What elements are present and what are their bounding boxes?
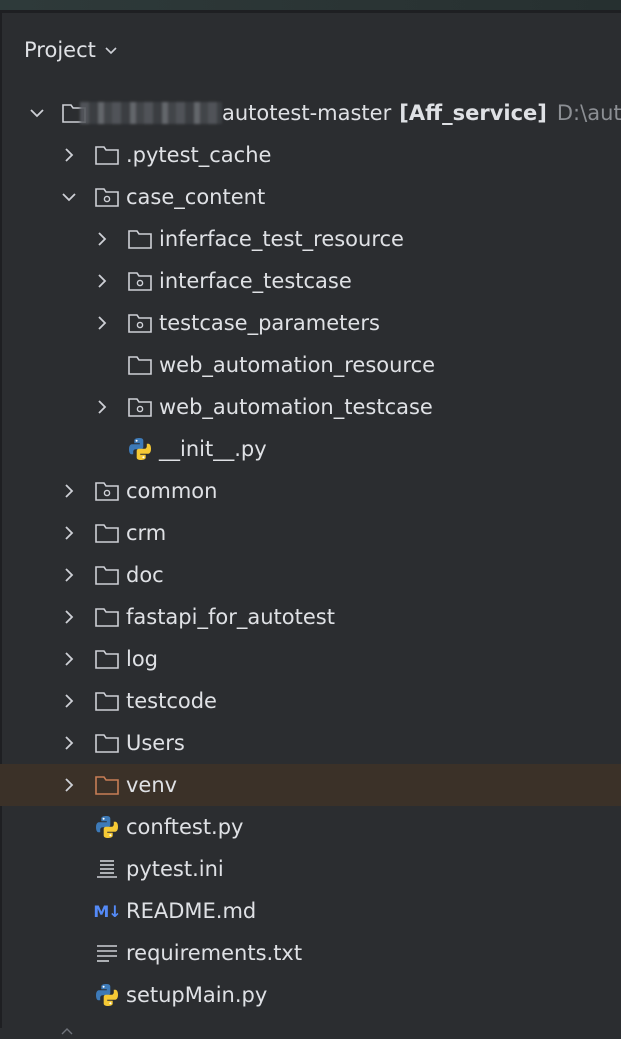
tree-item-label: doc bbox=[126, 563, 164, 587]
text-file-icon bbox=[93, 939, 121, 967]
tree-item-fastapi-for-autotest[interactable]: fastapi_for_autotest bbox=[0, 596, 621, 638]
tree-item-label: web_automation_resource bbox=[159, 353, 436, 377]
root-path: D:\auto bbox=[556, 101, 621, 125]
chevron-right-icon[interactable] bbox=[60, 482, 78, 500]
folder-icon bbox=[93, 603, 121, 631]
package-folder-icon bbox=[126, 393, 154, 421]
tree-item-label: inferface_test_resource bbox=[159, 227, 404, 251]
tree-item-readme-md[interactable]: M↓ README.md bbox=[0, 890, 621, 932]
tree-item-label: Users bbox=[126, 731, 185, 755]
chevron-down-icon[interactable] bbox=[60, 188, 78, 206]
chevron-right-icon[interactable] bbox=[60, 524, 78, 542]
tree-item-label: common bbox=[126, 479, 218, 503]
root-module: [Aff_service] bbox=[399, 101, 547, 125]
tree-item-label: pytest.ini bbox=[126, 857, 224, 881]
tree-item-label: testcase_parameters bbox=[159, 311, 380, 335]
tree-item-inferface-test-resource[interactable]: inferface_test_resource bbox=[0, 218, 621, 260]
excluded-folder-icon bbox=[93, 771, 121, 799]
folder-icon bbox=[93, 687, 121, 715]
tree-item-venv[interactable]: venv bbox=[0, 764, 621, 806]
tree-item-web-automation-testcase[interactable]: web_automation_testcase bbox=[0, 386, 621, 428]
folder-icon bbox=[126, 351, 154, 379]
tree-item-label: requirements.txt bbox=[126, 941, 303, 965]
chevron-down-icon[interactable] bbox=[28, 104, 46, 122]
tree-item-conftest-py[interactable]: conftest.py bbox=[0, 806, 621, 848]
tree-item-label: web_automation_testcase bbox=[159, 395, 433, 419]
redacted-name bbox=[80, 102, 222, 124]
tree-item-testcode[interactable]: testcode bbox=[0, 680, 621, 722]
tree-item-label: .pytest_cache bbox=[126, 143, 272, 167]
tree-item-label: interface_testcase bbox=[159, 269, 352, 293]
python-file-icon bbox=[126, 435, 154, 463]
root-name: autotest-master bbox=[222, 101, 392, 125]
tree-item-web-automation-resource[interactable]: web_automation_resource bbox=[0, 344, 621, 386]
chevron-right-icon[interactable] bbox=[60, 608, 78, 626]
chevron-right-icon[interactable] bbox=[60, 776, 78, 794]
tree-item-pytest-cache[interactable]: .pytest_cache bbox=[0, 134, 621, 176]
folder-icon bbox=[93, 519, 121, 547]
partial-next-row-icon bbox=[60, 1020, 74, 1035]
package-folder-icon bbox=[93, 477, 121, 505]
tree-item-label: setupMain.py bbox=[126, 983, 268, 1007]
tree-item-setupmain-py[interactable]: setupMain.py bbox=[0, 974, 621, 1016]
tree-item-requirements-txt[interactable]: requirements.txt bbox=[0, 932, 621, 974]
project-panel-header[interactable]: Project bbox=[24, 35, 118, 65]
chevron-right-icon[interactable] bbox=[60, 566, 78, 584]
chevron-right-icon[interactable] bbox=[60, 146, 78, 164]
top-accent-strip bbox=[0, 0, 621, 10]
tree-item-label: conftest.py bbox=[126, 815, 244, 839]
chevron-right-icon[interactable] bbox=[93, 272, 111, 290]
tree-item-common[interactable]: common bbox=[0, 470, 621, 512]
tree-item-label: testcode bbox=[126, 689, 217, 713]
tree-item-crm[interactable]: crm bbox=[0, 512, 621, 554]
chevron-right-icon[interactable] bbox=[60, 734, 78, 752]
tree-item-label: case_content bbox=[126, 185, 266, 209]
chevron-right-icon[interactable] bbox=[93, 230, 111, 248]
tree-item-interface-testcase[interactable]: interface_testcase bbox=[0, 260, 621, 302]
tree-item-label: README.md bbox=[126, 899, 257, 923]
window-top-bar bbox=[0, 0, 621, 13]
chevron-right-icon[interactable] bbox=[93, 314, 111, 332]
tree-item-pytest-ini[interactable]: pytest.ini bbox=[0, 848, 621, 890]
tree-item-users[interactable]: Users bbox=[0, 722, 621, 764]
chevron-down-icon[interactable] bbox=[104, 43, 118, 57]
folder-icon bbox=[93, 561, 121, 589]
markdown-file-icon: M↓ bbox=[93, 901, 121, 921]
package-folder-icon bbox=[126, 309, 154, 337]
tree-item-label: log bbox=[126, 647, 159, 671]
package-folder-icon bbox=[126, 267, 154, 295]
tree-item-log[interactable]: log bbox=[0, 638, 621, 680]
chevron-right-icon[interactable] bbox=[60, 650, 78, 668]
tree-item-label: crm bbox=[126, 521, 167, 545]
tree-item-label: fastapi_for_autotest bbox=[126, 605, 335, 629]
tree-item-doc[interactable]: doc bbox=[0, 554, 621, 596]
folder-icon bbox=[126, 225, 154, 253]
tree-item-label: venv bbox=[126, 773, 178, 797]
panel-title: Project bbox=[24, 38, 96, 62]
package-folder-icon bbox=[93, 183, 121, 211]
python-file-icon bbox=[93, 981, 121, 1009]
tree-root-row[interactable]: autotest-master [Aff_service] D:\auto bbox=[0, 92, 621, 134]
tree-item-label: __init__.py bbox=[159, 437, 267, 461]
folder-icon bbox=[93, 141, 121, 169]
folder-icon bbox=[93, 645, 121, 673]
folder-icon bbox=[93, 729, 121, 757]
tree-item-testcase-parameters[interactable]: testcase_parameters bbox=[0, 302, 621, 344]
chevron-right-icon[interactable] bbox=[60, 692, 78, 710]
python-file-icon bbox=[93, 813, 121, 841]
ini-file-icon bbox=[93, 855, 121, 883]
tree-item-case-content[interactable]: case_content bbox=[0, 176, 621, 218]
tree-root-label: autotest-master [Aff_service] D:\auto bbox=[222, 101, 621, 125]
chevron-right-icon[interactable] bbox=[93, 398, 111, 416]
tree-item-init-py[interactable]: __init__.py bbox=[0, 428, 621, 470]
